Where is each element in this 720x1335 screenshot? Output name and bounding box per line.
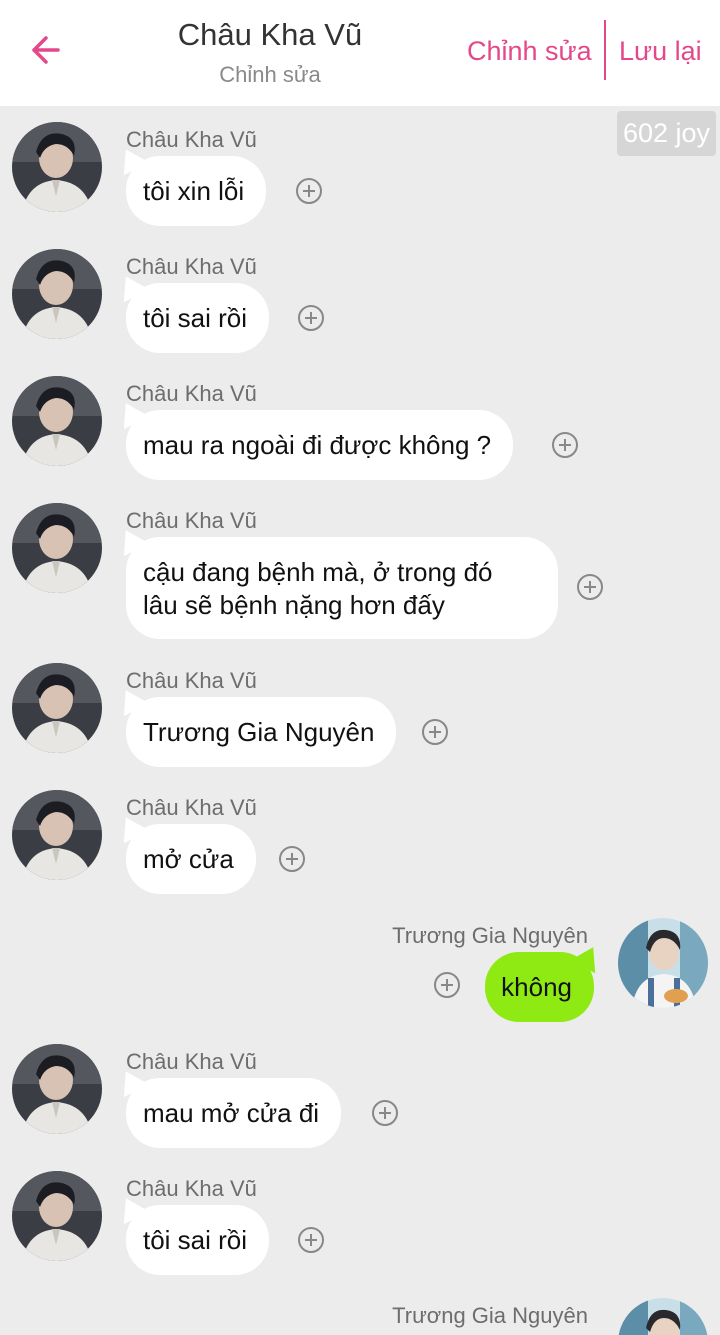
sender-name: Châu Kha Vũ — [126, 508, 257, 533]
avatar[interactable] — [12, 376, 102, 466]
back-button[interactable] — [22, 28, 66, 72]
message-text-line: lâu sẽ bệnh nặng hơn đấy — [143, 590, 445, 620]
sender-name: Châu Kha Vũ — [126, 1049, 257, 1074]
message-bubble[interactable]: cậu đang bệnh mà, ở trong đó lâu sẽ bệnh… — [126, 537, 558, 639]
add-reaction-icon[interactable] — [576, 573, 604, 601]
title-block: Châu Kha Vũ Chỉnh sửa — [140, 16, 400, 90]
top-bar: Châu Kha Vũ Chỉnh sửa Chỉnh sửa Lưu lại — [0, 0, 720, 106]
add-reaction-icon[interactable] — [278, 845, 306, 873]
sender-name: Châu Kha Vũ — [126, 1176, 257, 1201]
avatar[interactable] — [12, 1171, 102, 1261]
avatar[interactable] — [12, 1044, 102, 1134]
sender-name: Châu Kha Vũ — [126, 381, 257, 406]
message-bubble[interactable]: mau mở cửa đi — [126, 1078, 342, 1148]
add-reaction-icon[interactable] — [551, 431, 579, 459]
sender-name: Trương Gia Nguyên — [392, 923, 588, 948]
avatar[interactable] — [12, 503, 102, 593]
sender-name: Châu Kha Vũ — [126, 795, 257, 820]
avatar[interactable] — [12, 122, 102, 212]
message-bubble[interactable]: tôi sai rồi — [126, 283, 270, 353]
save-button[interactable]: Lưu lại — [619, 34, 702, 68]
sender-name: Châu Kha Vũ — [126, 127, 257, 152]
message-bubble[interactable]: tôi sai rồi — [126, 1205, 270, 1275]
add-reaction-icon[interactable] — [295, 177, 323, 205]
add-reaction-icon[interactable] — [421, 718, 449, 746]
message-text-line: cậu đang bệnh mà, ở trong đó — [143, 557, 493, 587]
message-bubble[interactable]: mau ra ngoài đi được không ? — [126, 410, 514, 480]
avatar[interactable] — [12, 663, 102, 753]
avatar[interactable] — [618, 1298, 708, 1335]
add-reaction-icon[interactable] — [371, 1099, 399, 1127]
message-bubble[interactable]: tôi xin lỗi — [126, 156, 267, 226]
page-subtitle: Chỉnh sửa — [219, 62, 321, 87]
add-reaction-icon[interactable] — [297, 1226, 325, 1254]
header-divider — [604, 20, 606, 80]
sender-name: Trương Gia Nguyên — [392, 1303, 588, 1328]
page-title: Châu Kha Vũ — [177, 17, 363, 52]
avatar[interactable] — [12, 790, 102, 880]
edit-button[interactable]: Chỉnh sửa — [467, 34, 592, 68]
sender-name: Châu Kha Vũ — [126, 254, 257, 279]
add-reaction-icon[interactable] — [433, 971, 461, 999]
message-bubble[interactable]: Trương Gia Nguyên — [126, 697, 397, 767]
avatar[interactable] — [12, 249, 102, 339]
add-reaction-icon[interactable] — [297, 304, 325, 332]
avatar[interactable] — [618, 918, 708, 1008]
back-arrow-icon — [32, 36, 60, 64]
joy-counter-badge: 602 joy — [617, 111, 716, 156]
message-bubble[interactable]: không — [485, 952, 594, 1022]
message-bubble[interactable]: mở cửa — [126, 824, 256, 894]
sender-name: Châu Kha Vũ — [126, 668, 257, 693]
message-row-outgoing: Trương Gia Nguyên — [0, 1298, 720, 1335]
